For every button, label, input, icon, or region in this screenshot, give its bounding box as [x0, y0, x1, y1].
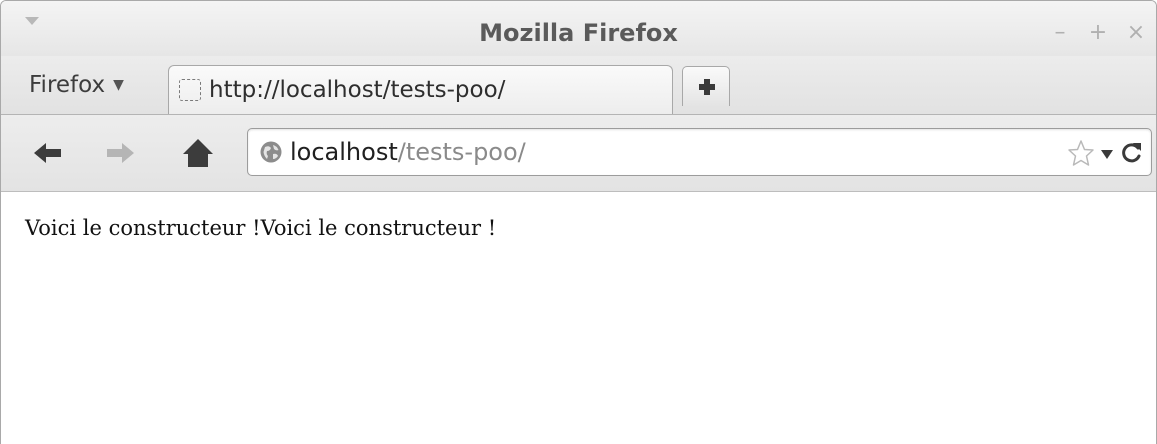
reload-icon[interactable] — [1119, 140, 1145, 166]
tab-title: http://localhost/tests-poo/ — [209, 77, 506, 103]
url-bar-actions — [1067, 139, 1145, 167]
minimize-icon[interactable]: – — [1050, 22, 1070, 44]
star-icon[interactable] — [1067, 139, 1095, 167]
back-button[interactable] — [31, 136, 65, 170]
tab-strip: Firefox ▼ http://localhost/tests-poo/ — [1, 56, 1156, 115]
home-icon — [183, 139, 213, 167]
url-host: localhost — [290, 138, 398, 166]
page-body-text: Voici le constructeur !Voici le construc… — [25, 216, 497, 240]
firefox-menu-label: Firefox — [29, 72, 106, 98]
tab-active[interactable]: http://localhost/tests-poo/ — [168, 65, 673, 114]
page-content: Voici le constructeur !Voici le construc… — [1, 192, 1156, 444]
url-bar[interactable]: localhost/tests-poo/ — [247, 128, 1152, 176]
window-controls: – + × — [1050, 22, 1146, 44]
blank-page-favicon-icon — [179, 79, 201, 101]
window-title: Mozilla Firefox — [479, 19, 678, 47]
globe-icon[interactable] — [259, 140, 283, 164]
close-icon[interactable]: × — [1126, 22, 1146, 44]
dropdown-arrow-icon[interactable] — [1101, 149, 1113, 159]
arrow-right-icon — [107, 143, 134, 163]
browser-window: Mozilla Firefox – + × Firefox ▼ http://l… — [0, 0, 1157, 444]
arrow-left-icon — [34, 143, 61, 163]
url-path: /tests-poo/ — [397, 138, 526, 166]
new-tab-button[interactable] — [682, 66, 730, 106]
url-text[interactable]: localhost/tests-poo/ — [290, 138, 526, 166]
title-bar: Mozilla Firefox – + × — [1, 1, 1156, 56]
maximize-icon[interactable]: + — [1088, 22, 1108, 44]
firefox-menu-button[interactable]: Firefox ▼ — [29, 71, 124, 99]
plus-icon — [699, 79, 715, 95]
home-button[interactable] — [181, 136, 215, 170]
chevron-down-icon: ▼ — [113, 77, 124, 93]
forward-button[interactable] — [103, 136, 137, 170]
navigation-toolbar: localhost/tests-poo/ — [1, 115, 1156, 192]
